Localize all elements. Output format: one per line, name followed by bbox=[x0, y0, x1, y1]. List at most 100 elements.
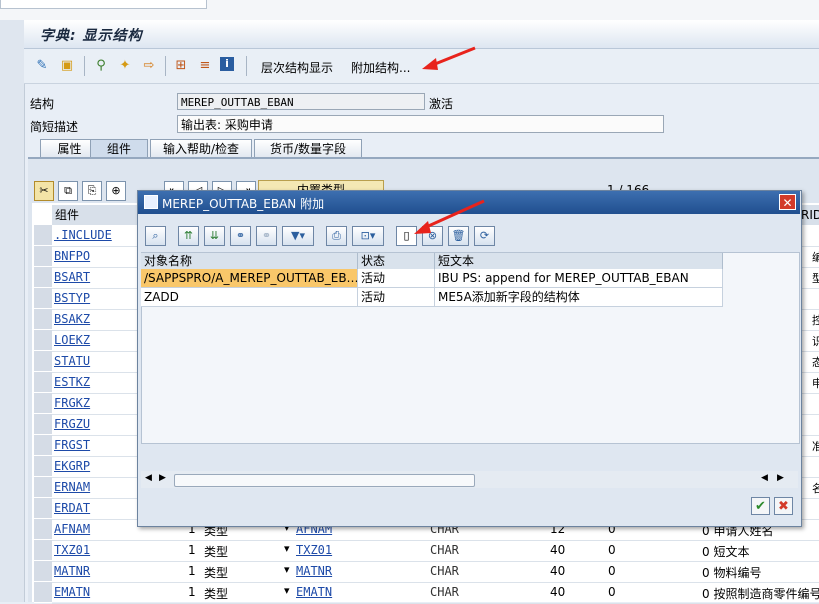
command-field[interactable] bbox=[0, 0, 207, 9]
component-name[interactable]: AFNAM bbox=[54, 522, 90, 536]
sort-ascending-icon[interactable]: ⇈ bbox=[178, 226, 199, 246]
scroll-thumb[interactable] bbox=[174, 474, 475, 487]
find-next-icon: ⚭ bbox=[256, 226, 277, 246]
component-name[interactable]: STATU bbox=[54, 354, 90, 368]
dropdown-icon[interactable]: ▾ bbox=[284, 542, 290, 555]
scroll-right-end-icon[interactable]: ▶ bbox=[777, 473, 784, 483]
row-selector[interactable] bbox=[34, 246, 52, 267]
row-selector[interactable] bbox=[34, 519, 52, 540]
decimals: 0 bbox=[608, 543, 616, 557]
row-selector[interactable] bbox=[34, 456, 52, 477]
row-right-text: 申请 bbox=[812, 377, 819, 390]
table-row[interactable]: EMATN 1 类型 EMATN CHAR 40 0 0 按照制造商零件编号 ▾ bbox=[52, 582, 819, 604]
data-type: CHAR bbox=[430, 543, 459, 557]
append-row-1-name[interactable]: /SAPPSPRO/A_MEREP_OUTTAB_EB… bbox=[141, 269, 358, 288]
component-name[interactable]: BSAKZ bbox=[54, 312, 90, 326]
tab-components[interactable]: 组件 bbox=[90, 139, 148, 159]
data-element[interactable]: EMATN bbox=[296, 585, 332, 599]
check-icon[interactable]: ⚲ bbox=[92, 57, 110, 75]
row-selector[interactable] bbox=[34, 561, 52, 582]
scroll-left-icon[interactable]: ◀ bbox=[145, 473, 152, 483]
confirm-button[interactable]: ✔ bbox=[751, 497, 770, 515]
row-selector[interactable] bbox=[34, 372, 52, 393]
find-icon[interactable]: ⚭ bbox=[230, 226, 251, 246]
component-name[interactable]: ESTKZ bbox=[54, 375, 90, 389]
copy-icon[interactable]: ⧉ bbox=[58, 181, 78, 201]
test-icon[interactable]: ⇨ bbox=[140, 57, 158, 75]
info-icon[interactable]: i bbox=[220, 57, 234, 71]
append-row-2-status: 活动 bbox=[358, 288, 435, 307]
dropdown-icon[interactable]: ▾ bbox=[284, 584, 290, 597]
dropdown-icon[interactable]: ▾ bbox=[284, 563, 290, 576]
row-selector[interactable] bbox=[34, 309, 52, 330]
scroll-left-end-icon[interactable]: ◀ bbox=[761, 473, 768, 483]
paste-icon[interactable]: ⎘ bbox=[82, 181, 102, 201]
row-number: 1 bbox=[188, 543, 196, 557]
row-right-text: 型 bbox=[812, 272, 819, 285]
row-selector[interactable] bbox=[34, 393, 52, 414]
display-change-icon[interactable]: ▣ bbox=[58, 57, 76, 75]
cut-icon[interactable]: ✂ bbox=[34, 181, 54, 201]
tab-currency-quantity[interactable]: 货币/数量字段 bbox=[254, 139, 362, 159]
other-object-icon[interactable]: ✎ bbox=[33, 57, 51, 75]
component-name[interactable]: BNFPO bbox=[54, 249, 90, 263]
table-row[interactable]: TXZ01 1 类型 TXZ01 CHAR 40 0 0 短文本 ▾ bbox=[52, 540, 819, 562]
row-right-text: 识 bbox=[812, 335, 819, 348]
append-structure-button[interactable]: 附加结构... bbox=[351, 59, 410, 76]
row-selector[interactable] bbox=[34, 435, 52, 456]
activate-icon[interactable]: ✦ bbox=[116, 57, 134, 75]
where-used-icon[interactable]: ≡ bbox=[196, 57, 214, 75]
typing-method: 类型 bbox=[204, 566, 229, 580]
row-selector[interactable] bbox=[34, 225, 52, 246]
tab-input-help[interactable]: 输入帮助/检查 bbox=[150, 139, 252, 159]
row-selector[interactable] bbox=[34, 477, 52, 498]
sort-descending-icon[interactable]: ⇊ bbox=[204, 226, 225, 246]
row-selector[interactable] bbox=[34, 582, 52, 603]
cancel-button[interactable]: ✖ bbox=[774, 497, 793, 515]
short-description: 0 短文本 bbox=[702, 545, 750, 559]
component-name[interactable]: FRGST bbox=[54, 438, 90, 452]
component-name[interactable]: BSART bbox=[54, 270, 90, 284]
insert-row-icon[interactable]: ⊕ bbox=[106, 181, 126, 201]
row-right-text: 态 bbox=[812, 356, 819, 369]
row-selector[interactable] bbox=[34, 351, 52, 372]
component-name[interactable]: TXZ01 bbox=[54, 543, 90, 557]
row-selector[interactable] bbox=[34, 414, 52, 435]
component-name[interactable]: .INCLUDE bbox=[54, 228, 112, 242]
component-name[interactable]: MATNR bbox=[54, 564, 90, 578]
append-row-2-name[interactable]: ZADD bbox=[141, 288, 358, 307]
hierarchy-icon[interactable]: ⊞ bbox=[172, 57, 190, 75]
component-name[interactable]: FRGKZ bbox=[54, 396, 90, 410]
typing-method: 类型 bbox=[204, 587, 229, 601]
row-selector[interactable] bbox=[34, 498, 52, 519]
row-selector[interactable] bbox=[34, 288, 52, 309]
component-name[interactable]: ERDAT bbox=[54, 501, 90, 515]
component-name[interactable]: EMATN bbox=[54, 585, 90, 599]
component-name[interactable]: BSTYP bbox=[54, 291, 90, 305]
component-name[interactable]: EKGRP bbox=[54, 459, 90, 473]
row-selector[interactable] bbox=[34, 267, 52, 288]
description-field[interactable]: 输出表: 采购申请 bbox=[177, 115, 664, 133]
column-status[interactable]: 状态 bbox=[358, 253, 435, 269]
component-name[interactable]: ERNAM bbox=[54, 480, 90, 494]
structure-field[interactable]: MEREP_OUTTAB_EBAN bbox=[177, 93, 425, 110]
data-element[interactable]: TXZ01 bbox=[296, 543, 332, 557]
table-row[interactable]: MATNR 1 类型 MATNR CHAR 40 0 0 物料编号 ▾ bbox=[52, 561, 819, 583]
horizontal-scrollbar[interactable]: ◀ ▶ ◀ ▶ bbox=[141, 471, 798, 488]
export-icon[interactable]: ⊡▾ bbox=[352, 226, 384, 246]
row-selector[interactable] bbox=[34, 330, 52, 351]
dialog-close-button[interactable]: ✕ bbox=[779, 194, 796, 210]
scroll-right-icon[interactable]: ▶ bbox=[159, 473, 166, 483]
filter-icon[interactable]: ▼▾ bbox=[282, 226, 314, 246]
row-right-text: 控制 bbox=[812, 314, 819, 327]
details-icon[interactable]: ⌕ bbox=[145, 226, 166, 246]
column-object-name[interactable]: 对象名称 bbox=[141, 253, 358, 269]
data-element[interactable]: MATNR bbox=[296, 564, 332, 578]
component-name[interactable]: LOEKZ bbox=[54, 333, 90, 347]
row-selector[interactable] bbox=[34, 540, 52, 561]
annotation-arrow bbox=[414, 199, 485, 234]
hierarchy-display-button[interactable]: 层次结构显示 bbox=[261, 59, 333, 76]
component-name[interactable]: FRGZU bbox=[54, 417, 90, 431]
print-icon[interactable]: ⎙ bbox=[326, 226, 347, 246]
column-short-text[interactable]: 短文本 bbox=[435, 253, 723, 269]
